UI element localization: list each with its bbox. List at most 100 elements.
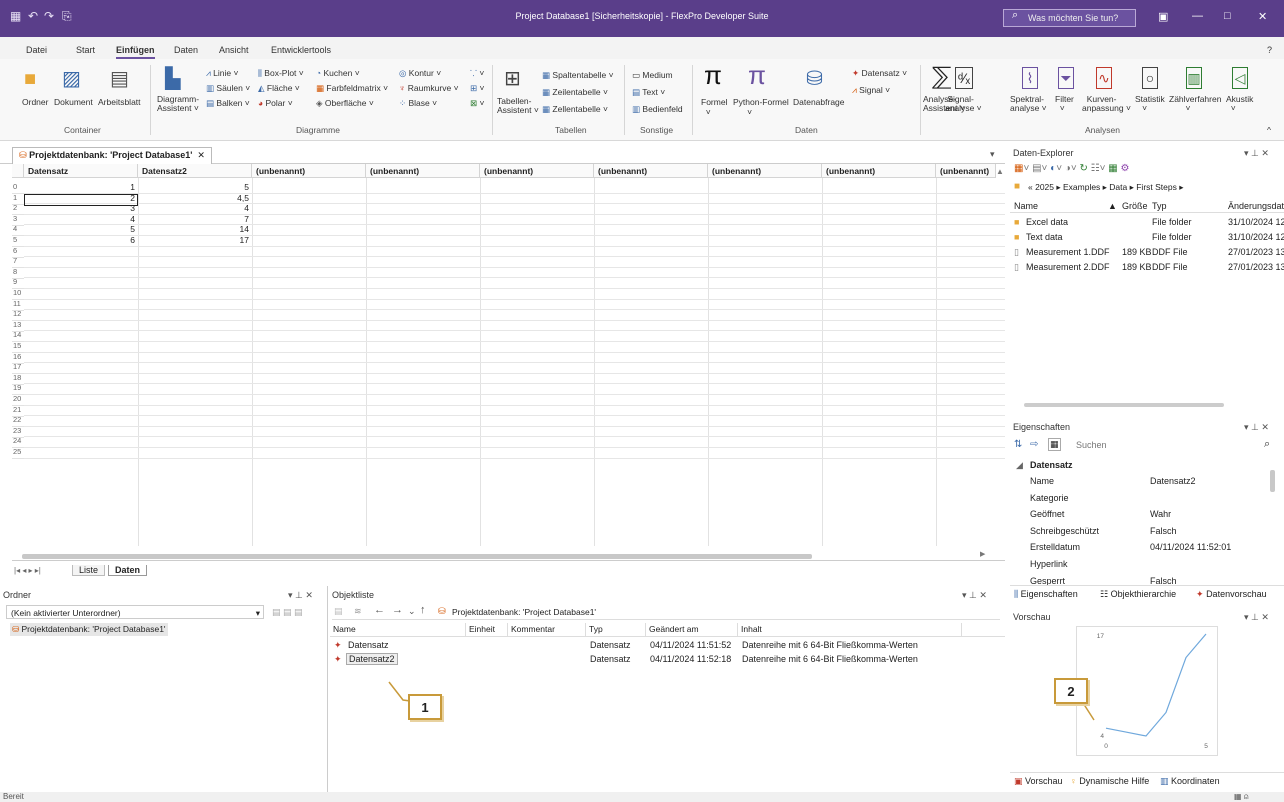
spaltentabelle-button[interactable]: ▦ Spaltentabelle ˅	[542, 70, 614, 81]
history-dropdown-icon[interactable]: ⌄	[408, 606, 416, 617]
column-header[interactable]: Datensatz	[24, 164, 138, 178]
signalanalyse-button[interactable]: Signal-analyse ˅	[945, 95, 982, 113]
kuchen-button[interactable]: ◔ Kuchen ˅	[316, 68, 360, 78]
header-typ[interactable]: Typ	[586, 623, 646, 636]
tab-objekthierarchie[interactable]: ☷ Objekthierarchie	[1100, 589, 1176, 600]
statistik-button[interactable]: Statistik ˅	[1135, 95, 1165, 113]
tab-vorschau[interactable]: ▣ Vorschau	[1014, 776, 1063, 787]
filter-button[interactable]: Filter ˅	[1055, 95, 1074, 113]
explorer-breadcrumb[interactable]: « 2025 ▸ Examples ▸ Data ▸ First Steps ▸	[1028, 182, 1184, 193]
medium-button[interactable]: ▭ Medium	[632, 70, 673, 81]
kontur-button[interactable]: ◎ Kontur ˅	[399, 68, 441, 79]
diagramm-assistent-button[interactable]: Diagramm- Assistent ˅	[157, 95, 199, 113]
ribbon-display-icon[interactable]: ▣	[1158, 10, 1168, 23]
bedienfeld-button[interactable]: ▥ Bedienfeld	[632, 104, 683, 115]
column-header[interactable]: (unbenannt)	[708, 164, 822, 178]
text-button[interactable]: ▤ Text ˅	[632, 87, 665, 98]
datenabfrage-button[interactable]: Datenabfrage	[793, 97, 845, 107]
selected-cell[interactable]	[24, 194, 138, 206]
explorer-toolbar-icons[interactable]: ▦˅ ▤˅ ◐˅ ◑˅ ↻ ☷˅ ▦ ⚙	[1014, 163, 1129, 174]
matrix-chart-button[interactable]: ⊠ ˅	[470, 98, 484, 109]
farbfeldmatrix-button[interactable]: ▦ Farbfeldmatrix ˅	[316, 83, 388, 94]
zaehlverfahren-button[interactable]: Zählverfahren ˅	[1169, 95, 1221, 113]
close-button[interactable]: ✕	[1258, 10, 1267, 23]
filter-icon[interactable]: ≋	[354, 606, 362, 617]
data-grid[interactable]: Datensatz Datensatz2 (unbenannt) (unbena…	[12, 164, 1005, 546]
tab-koordinaten[interactable]: ▥ Koordinaten	[1160, 776, 1220, 787]
explorer-hscroll[interactable]	[1014, 402, 1276, 408]
tab-dynamische-hilfe[interactable]: ♀ Dynamische Hilfe	[1070, 776, 1149, 786]
tab-dropdown-icon[interactable]: ▾	[990, 149, 995, 160]
collapse-icon[interactable]: ◢	[1016, 460, 1023, 471]
property-value[interactable]: 04/11/2024 11:52:01	[1150, 542, 1231, 552]
tab-entwicklertools[interactable]: Entwicklertools	[271, 45, 331, 55]
tab-ansicht[interactable]: Ansicht	[219, 45, 249, 55]
balken-button[interactable]: ▤ Balken ˅	[206, 98, 250, 109]
zellentabelle-button[interactable]: ▦ Zellentabelle ˅	[542, 104, 608, 115]
property-value[interactable]: Falsch	[1150, 526, 1177, 536]
tab-datei[interactable]: Datei	[26, 45, 47, 55]
scrollbar-thumb[interactable]	[22, 554, 812, 559]
header-name[interactable]: Name	[330, 623, 466, 636]
tab-daten[interactable]: Daten	[174, 45, 198, 55]
column-header[interactable]: (unbenannt)	[366, 164, 480, 178]
close-tab-icon[interactable]: ✕	[197, 150, 205, 160]
scrollbar-thumb[interactable]	[1024, 403, 1224, 407]
collapse-ribbon-icon[interactable]: ^	[1267, 125, 1271, 135]
saeulen-button[interactable]: ▥ Säulen ˅	[206, 83, 250, 94]
minimize-button[interactable]: —	[1192, 10, 1203, 22]
header-kommentar[interactable]: Kommentar	[508, 623, 586, 636]
column-header[interactable]: (unbenannt)	[594, 164, 708, 178]
formel-button[interactable]: Formel ˅	[701, 97, 727, 117]
folder-actions-icons[interactable]: ▤ ▤ ▤	[272, 607, 303, 618]
signal-button[interactable]: ⩘ Signal ˅	[852, 85, 890, 96]
python-formel-button[interactable]: Python-Formel ˅	[733, 97, 789, 117]
boxplot-button[interactable]: ⫼ Box-Plot ˅	[258, 68, 304, 79]
scroll-right-icon[interactable]: ▶	[980, 550, 985, 558]
header-einheit[interactable]: Einheit	[466, 623, 508, 636]
header-size[interactable]: Größe	[1122, 201, 1148, 211]
header-name[interactable]: Name	[1014, 201, 1038, 211]
property-value[interactable]: Wahr	[1150, 509, 1171, 519]
zeilentabelle-button[interactable]: ▦ Zeilentabelle ˅	[542, 87, 608, 98]
more-chart-button[interactable]: ⊞ ˅	[470, 83, 484, 94]
column-header[interactable]: (unbenannt)	[936, 164, 996, 178]
panel-controls-icon[interactable]: ▾ ⊥ ✕	[1244, 148, 1269, 159]
tab-einfuegen[interactable]: Einfügen	[116, 45, 155, 59]
dokument-button[interactable]: Dokument	[54, 97, 93, 107]
grid-cell[interactable]: 17	[138, 235, 252, 247]
akustik-button[interactable]: Akustik ˅	[1226, 95, 1253, 113]
category-icon[interactable]: ⇨	[1030, 439, 1038, 450]
help-icon[interactable]: ?	[1267, 45, 1272, 55]
tab-start[interactable]: Start	[76, 45, 95, 55]
tree-item-database[interactable]: ⛁ Projektdatenbank: 'Project Database1'	[10, 623, 168, 636]
header-inhalt[interactable]: Inhalt	[738, 623, 962, 636]
flaeche-button[interactable]: ◭ Fläche ˅	[258, 83, 300, 94]
sort-icon[interactable]: ⇅	[1014, 439, 1022, 450]
panel-controls-icon[interactable]: ▾ ⊥ ✕	[1244, 612, 1269, 623]
property-value[interactable]: Datensatz2	[1150, 476, 1196, 486]
maximize-button[interactable]: □	[1224, 10, 1231, 22]
header-date[interactable]: Änderungsdatum	[1228, 201, 1284, 211]
arbeitsblatt-button[interactable]: Arbeitsblatt	[98, 97, 141, 107]
linie-button[interactable]: ⩘ Linie ˅	[206, 68, 238, 79]
sheet-tab-liste[interactable]: Liste	[72, 565, 106, 576]
forward-icon[interactable]: →	[392, 604, 403, 616]
oberflaeche-button[interactable]: ◈ Oberfläche ˅	[316, 98, 374, 109]
header-geaendert[interactable]: Geändert am	[646, 623, 738, 636]
tab-datenvorschau[interactable]: ✦ Datenvorschau	[1196, 589, 1267, 600]
spektralanalyse-button[interactable]: Spektral-analyse ˅	[1010, 95, 1047, 113]
folder-up-icon[interactable]: ▤	[334, 606, 343, 617]
column-header[interactable]: (unbenannt)	[252, 164, 366, 178]
panel-controls-icon[interactable]: ▾ ⊥ ✕	[288, 590, 313, 601]
column-header[interactable]: (unbenannt)	[822, 164, 936, 178]
sheet-nav-icons[interactable]: |◂ ◂ ▸ ▸|	[14, 566, 41, 575]
grid-cell[interactable]: 6	[24, 235, 138, 247]
blase-button[interactable]: ⁘ Blase ˅	[399, 98, 437, 109]
back-icon[interactable]: ←	[374, 604, 385, 616]
row-number[interactable]: 25	[12, 447, 24, 459]
corner-cell[interactable]	[12, 164, 24, 178]
subfolder-dropdown[interactable]: (Kein aktivierter Unterordner) ▾	[6, 605, 264, 619]
ordner-button[interactable]: Ordner	[22, 97, 48, 107]
document-tab[interactable]: ⛁ Projektdatenbank: 'Project Database1' …	[12, 147, 212, 164]
